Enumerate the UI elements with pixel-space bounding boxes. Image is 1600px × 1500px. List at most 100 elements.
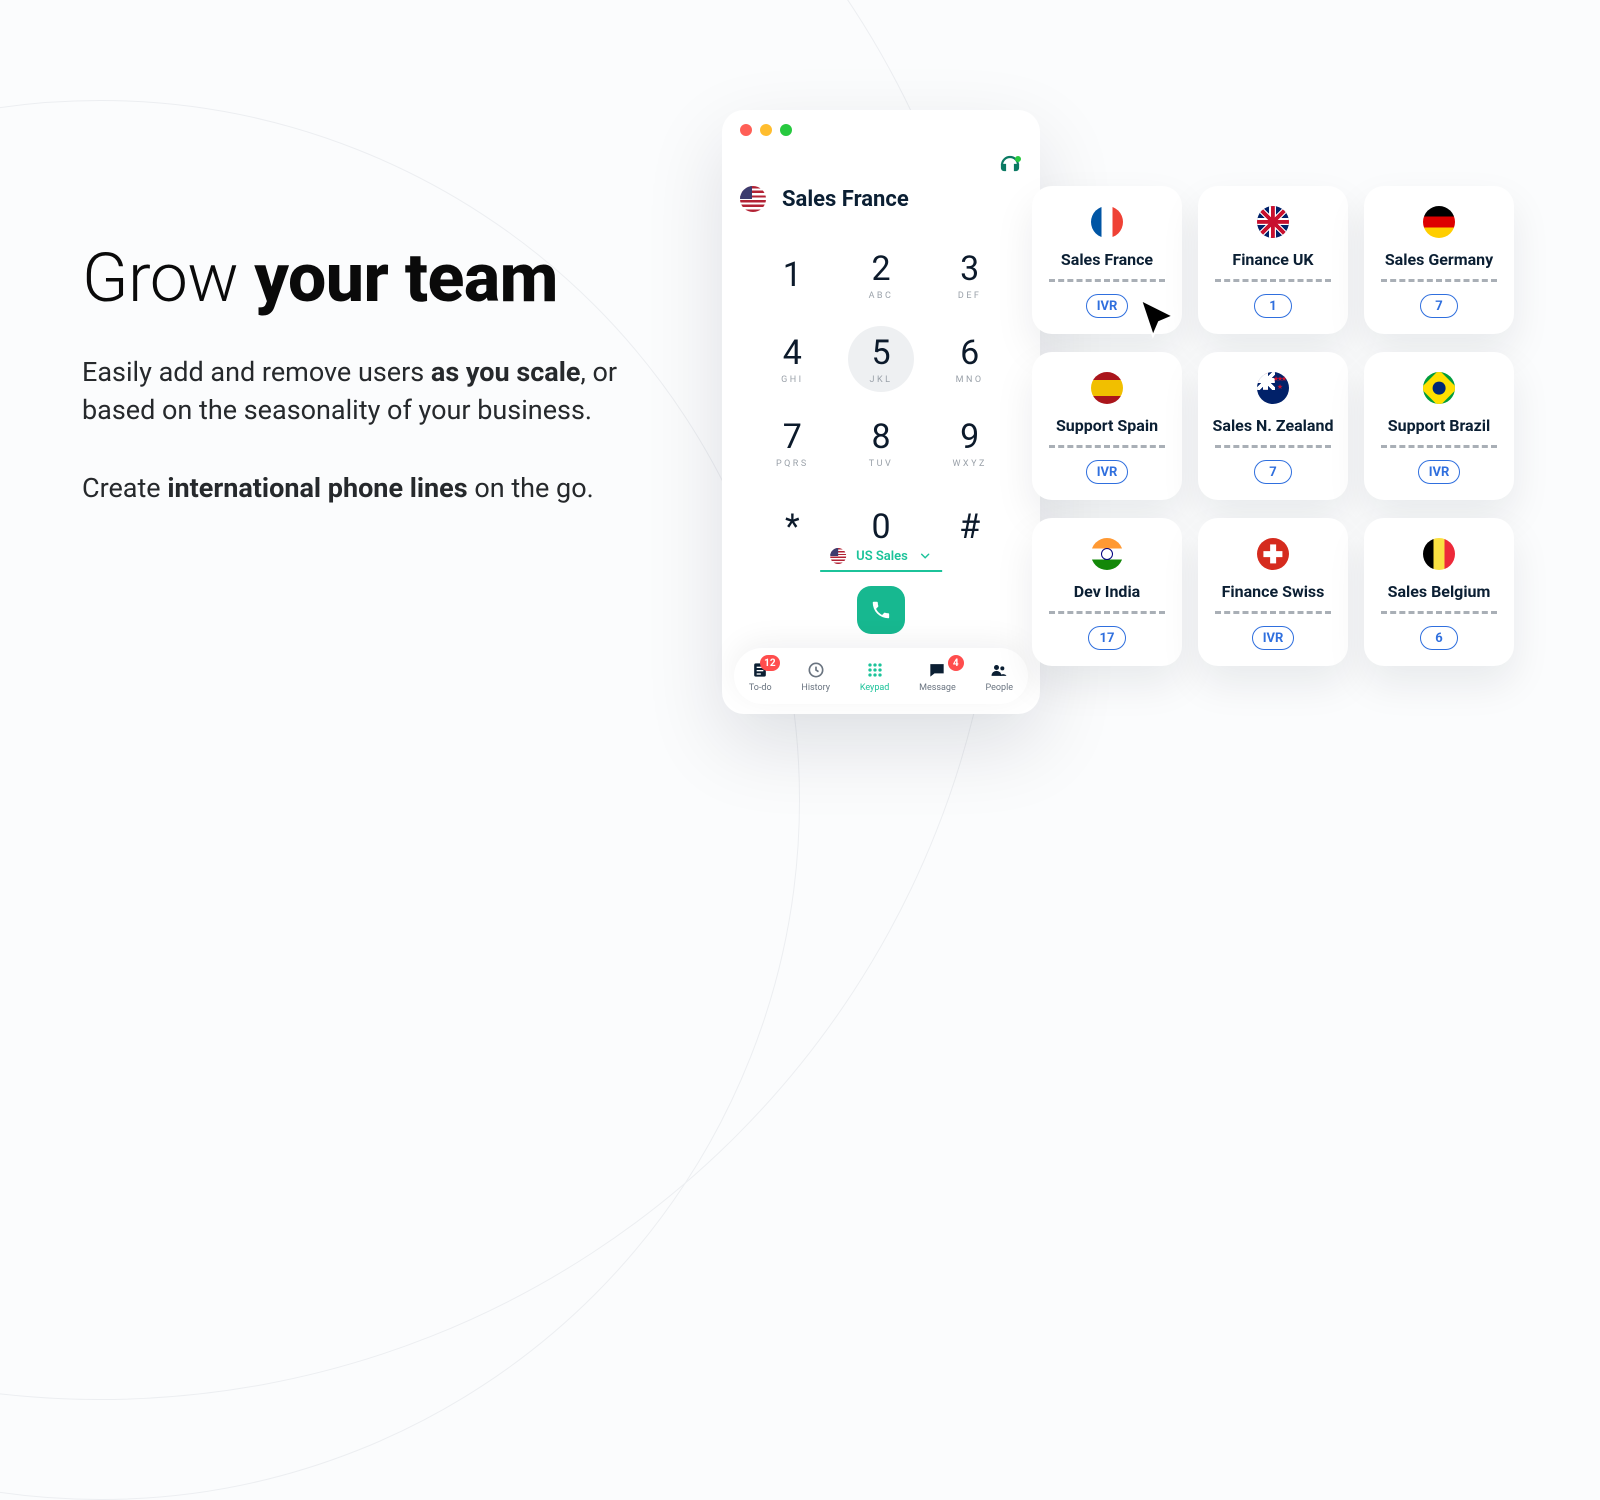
tab-message[interactable]: Message4 — [919, 659, 956, 693]
key-digit: 5 — [871, 333, 890, 373]
keypad-key-9[interactable]: 9 WXYZ — [925, 408, 1014, 478]
divider — [1049, 279, 1165, 282]
line-pill: 17 — [1088, 626, 1126, 650]
key-digit: * — [785, 507, 800, 547]
line-card-de[interactable]: Sales Germany 7 — [1364, 186, 1514, 334]
line-card-br[interactable]: Support BrazilIVR — [1364, 352, 1514, 500]
cursor-icon — [1135, 296, 1183, 344]
badge: 4 — [948, 655, 964, 671]
key-letters: ABC — [869, 291, 894, 301]
key-digit: 3 — [960, 249, 979, 289]
line-name: Sales N. Zealand — [1213, 416, 1334, 435]
tab-label: History — [801, 683, 830, 693]
line-dropdown[interactable]: US Sales — [820, 544, 942, 572]
channel-name: Sales France — [782, 187, 909, 212]
line-pill: 7 — [1254, 460, 1292, 484]
flag-br-icon — [1423, 372, 1455, 404]
key-letters: PQRS — [776, 459, 809, 469]
key-digit: 6 — [960, 333, 979, 373]
line-name: Sales France — [1061, 250, 1153, 269]
keypad: 1 2 ABC 3 DEF 4 GHI 5JKL6MNO 7 PQRS 8 TUV 9 WXYZ * 0 # — [748, 240, 1014, 562]
tab-history[interactable]: History — [801, 659, 830, 693]
keypad-key-2[interactable]: 2 ABC — [837, 240, 926, 310]
chevron-down-icon — [918, 549, 932, 563]
keypad-key-3[interactable]: 3 DEF — [925, 240, 1014, 310]
people-icon — [988, 659, 1010, 681]
line-card-uk[interactable]: Finance UK 1 — [1198, 186, 1348, 334]
line-name: Finance Swiss — [1222, 582, 1325, 601]
minimize-window-button[interactable] — [760, 124, 772, 136]
divider — [1049, 445, 1165, 448]
keypad-key-1[interactable]: 1 — [748, 240, 837, 310]
tab-todo[interactable]: To-do12 — [749, 659, 772, 693]
tab-label: Keypad — [860, 683, 890, 693]
key-letters: WXYZ — [952, 459, 986, 469]
current-channel[interactable]: Sales France — [740, 186, 909, 212]
tab-people[interactable]: People — [986, 659, 1014, 693]
keypad-key-7[interactable]: 7 PQRS — [748, 408, 837, 478]
key-digit: 0 — [871, 507, 890, 547]
line-card-in[interactable]: Dev India 17 — [1032, 518, 1182, 666]
keypad-key-8[interactable]: 8 TUV — [837, 408, 926, 478]
divider — [1381, 279, 1497, 282]
flag-us-icon — [830, 548, 846, 564]
key-letters: DEF — [958, 291, 982, 301]
phone-line-grid: Sales France IVR Finance UK 1 Sales Germany 7… — [1032, 186, 1514, 666]
close-window-button[interactable] — [740, 124, 752, 136]
paragraph-2: Create international phone lines on the … — [82, 470, 622, 508]
keypad-icon — [864, 659, 886, 681]
key-digit: 9 — [960, 417, 979, 457]
paragraph-1: Easily add and remove users as you scale… — [82, 354, 622, 430]
line-pill: 7 — [1420, 294, 1458, 318]
line-name: Finance UK — [1232, 250, 1313, 269]
keypad-key-5[interactable]: 5JKL — [837, 324, 926, 394]
keypad-key-6[interactable]: 6MNO — [925, 324, 1014, 394]
divider — [1215, 611, 1331, 614]
flag-fr-icon — [1091, 206, 1123, 238]
headline: Grow your team — [82, 244, 622, 312]
key-letters: TUV — [869, 459, 893, 469]
message-icon — [926, 659, 948, 681]
divider — [1215, 279, 1331, 282]
line-pill: 1 — [1254, 294, 1292, 318]
line-pill: IVR — [1252, 626, 1295, 650]
marketing-copy: Grow your team Easily add and remove use… — [82, 244, 622, 507]
flag-nz-icon — [1257, 372, 1289, 404]
line-card-ch[interactable]: Finance Swiss IVR — [1198, 518, 1348, 666]
tab-label: People — [986, 683, 1014, 693]
line-card-nz[interactable]: Sales N. Zealand 7 — [1198, 352, 1348, 500]
line-pill: IVR — [1086, 460, 1129, 484]
tab-keypad[interactable]: Keypad — [860, 659, 890, 693]
line-pill: 6 — [1420, 626, 1458, 650]
key-digit: 7 — [783, 417, 802, 457]
divider — [1381, 445, 1497, 448]
line-name: Sales Germany — [1385, 250, 1493, 269]
key-digit: 1 — [783, 255, 802, 295]
line-name: Support Brazil — [1388, 416, 1490, 435]
line-name: Support Spain — [1056, 416, 1158, 435]
flag-es-icon — [1091, 372, 1123, 404]
line-card-es[interactable]: Support Spain IVR — [1032, 352, 1182, 500]
badge: 12 — [760, 655, 779, 671]
headline-pre: Grow — [82, 238, 254, 318]
tab-label: To-do — [749, 683, 772, 693]
divider — [1049, 611, 1165, 614]
maximize-window-button[interactable] — [780, 124, 792, 136]
flag-ch-icon — [1257, 538, 1289, 570]
key-digit: 2 — [871, 249, 890, 289]
key-digit: 8 — [871, 417, 890, 457]
key-digit: 4 — [783, 333, 802, 373]
call-button[interactable] — [857, 586, 905, 634]
p2-pre: Create — [82, 472, 167, 504]
bottom-tabbar: To-do12HistoryKeypadMessage4People — [734, 648, 1028, 704]
key-digit: # — [959, 507, 980, 547]
flag-us-icon — [740, 186, 766, 212]
line-name: Dev India — [1074, 582, 1140, 601]
headset-status-icon[interactable] — [998, 152, 1022, 176]
flag-uk-icon — [1257, 206, 1289, 238]
line-name: Sales Belgium — [1388, 582, 1491, 601]
keypad-key-4[interactable]: 4 GHI — [748, 324, 837, 394]
key-letters: GHI — [781, 375, 804, 385]
line-card-be[interactable]: Sales Belgium 6 — [1364, 518, 1514, 666]
flag-de-icon — [1423, 206, 1455, 238]
